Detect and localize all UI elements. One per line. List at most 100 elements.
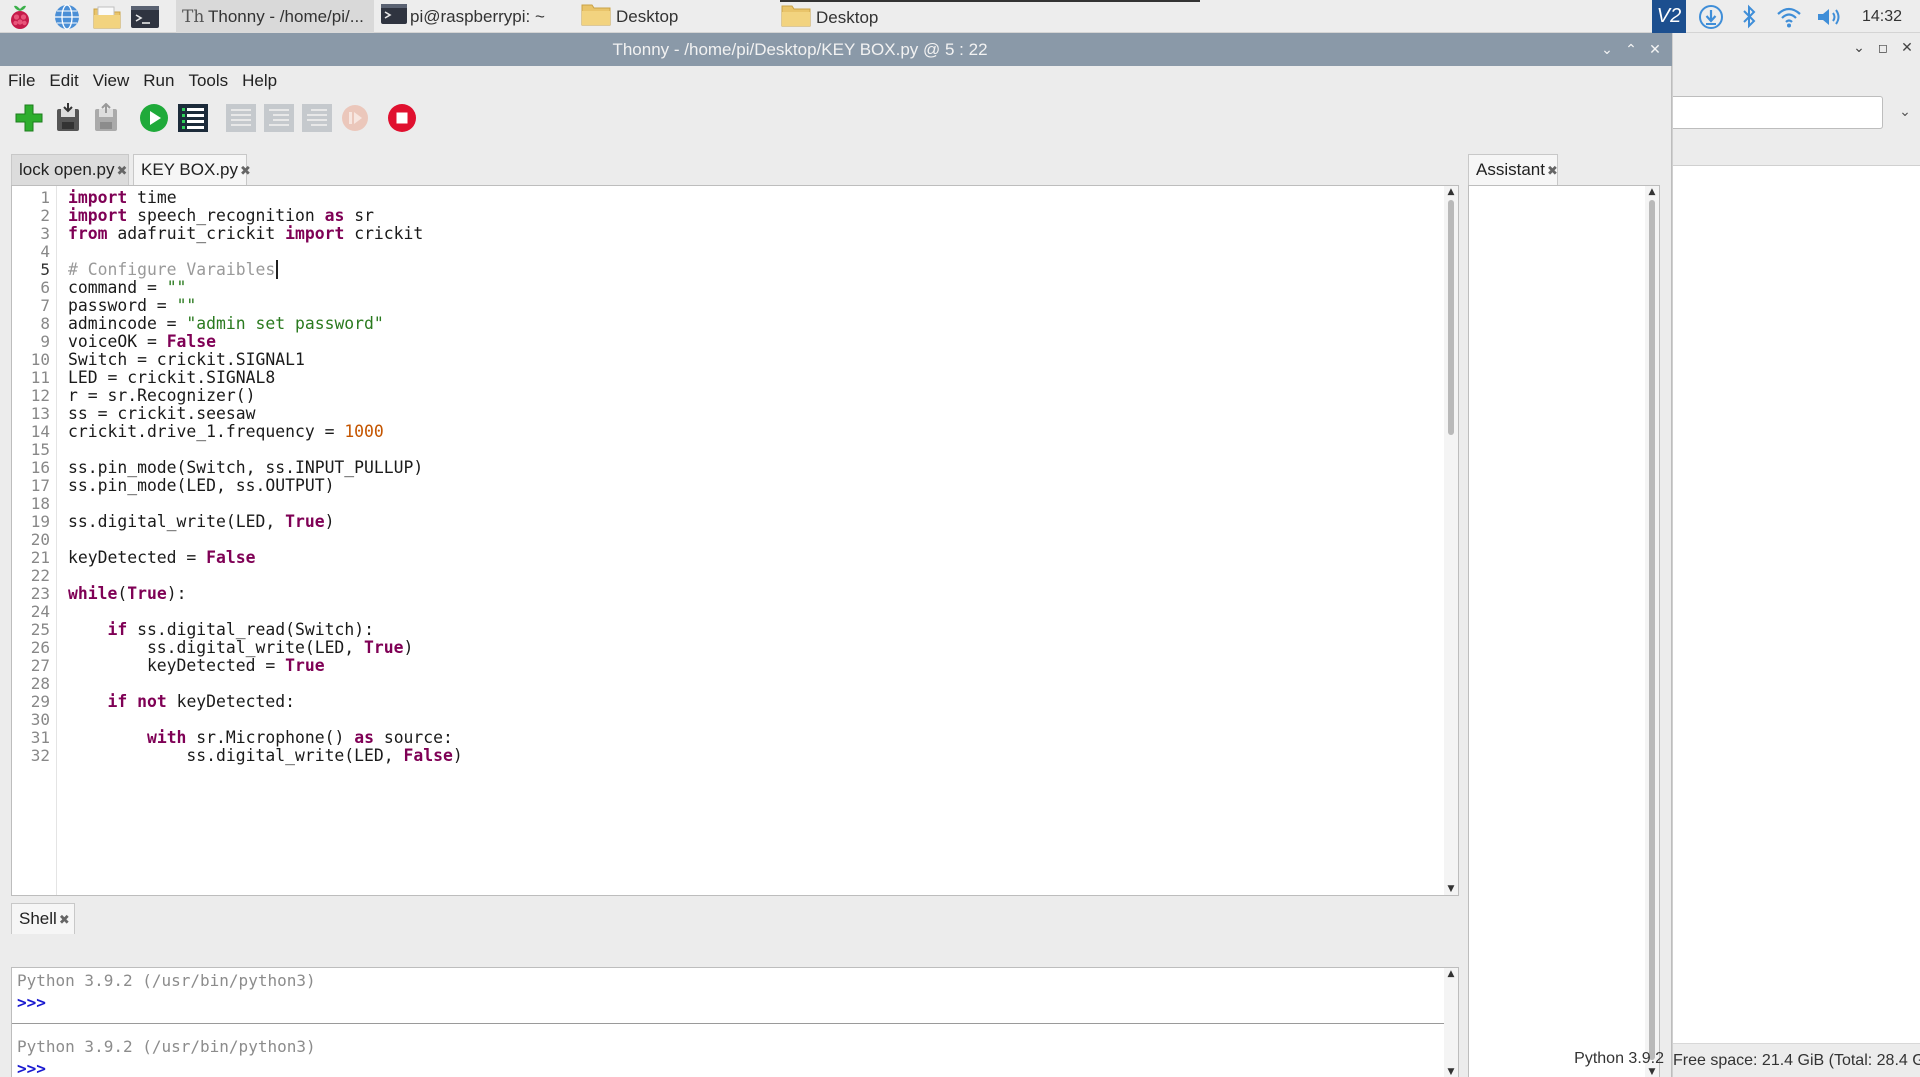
menu-help[interactable]: Help — [234, 71, 283, 91]
editor-scrollbar[interactable]: ▲ ▼ — [1444, 186, 1458, 895]
close-tab-icon[interactable]: ✖ — [116, 163, 127, 178]
shell-prompt: >>> — [17, 993, 46, 1012]
resume-button — [338, 101, 372, 135]
maximize-icon[interactable]: ◻ — [1873, 38, 1893, 58]
save-icon — [95, 103, 117, 131]
taskbar-task-label: Desktop — [616, 6, 679, 26]
thonny-icon: Th — [182, 6, 205, 27]
path-input[interactable] — [1673, 96, 1883, 129]
code-line[interactable]: ss.digital_write(LED, True) — [68, 511, 334, 533]
taskbar-task-desktop-2[interactable]: Desktop — [780, 0, 1200, 33]
code-line[interactable]: ss.pin_mode(LED, ss.OUTPUT) — [68, 475, 334, 497]
terminal-icon[interactable] — [130, 2, 160, 31]
shell-scrollbar[interactable]: ▲ ▼ — [1444, 968, 1458, 1077]
code-line[interactable]: while(True): — [68, 583, 186, 605]
interpreter-status[interactable]: Python 3.9.2 — [1560, 1046, 1664, 1072]
window-titlebar[interactable]: Thonny - /home/pi/Desktop/KEY BOX.py @ 5… — [0, 33, 1672, 66]
taskbar-task-thonny[interactable]: Th Thonny - /home/pi/... — [176, 0, 374, 33]
taskbar: Th Thonny - /home/pi/... pi@raspberrypi:… — [0, 0, 1920, 33]
menu-edit[interactable]: Edit — [41, 71, 84, 91]
free-space-status: Free space: 21.4 GiB (Total: 28.4 GiB) — [1673, 1043, 1920, 1077]
menu-view[interactable]: View — [85, 71, 136, 91]
code-line[interactable]: keyDetected = True — [68, 655, 325, 677]
bluetooth-icon[interactable] — [1734, 0, 1764, 33]
assistant-panel[interactable]: ▲ ▼ — [1468, 185, 1660, 1077]
close-tab-icon[interactable]: ✖ — [240, 163, 251, 178]
step-over-icon — [226, 104, 256, 132]
close-tab-icon[interactable]: ✖ — [1547, 163, 1558, 178]
terminal-icon — [380, 2, 410, 31]
assistant-scrollbar[interactable]: ▲ ▼ — [1645, 186, 1659, 1077]
step-into-icon — [264, 104, 294, 132]
shell-console[interactable]: Python 3.9.2 (/usr/bin/python3) >>> Pyth… — [11, 967, 1459, 1077]
scroll-up-icon[interactable]: ▲ — [1645, 186, 1659, 198]
debug-button[interactable] — [176, 101, 210, 135]
tab-assistant[interactable]: Assistant ✖ — [1468, 154, 1558, 185]
web-browser-icon[interactable] — [52, 2, 82, 31]
taskbar-task-label: pi@raspberrypi: ~ — [410, 6, 545, 26]
update-download-icon[interactable] — [1694, 0, 1728, 33]
step-out-button — [300, 101, 334, 135]
taskbar-task-label: Thonny - /home/pi/... — [208, 6, 364, 26]
close-icon[interactable]: ✕ — [1645, 40, 1665, 60]
code-line[interactable]: ss.digital_write(LED, False) — [68, 745, 462, 767]
tab-lock-open[interactable]: lock open.py ✖ — [11, 154, 129, 185]
vnc-icon[interactable]: V2 — [1652, 0, 1686, 33]
shell-prompt: >>> — [17, 1059, 46, 1077]
window-title: Thonny - /home/pi/Desktop/KEY BOX.py @ 5… — [612, 40, 988, 59]
run-button[interactable] — [137, 101, 171, 135]
line-number: 32 — [30, 746, 50, 765]
wifi-icon[interactable] — [1772, 0, 1806, 33]
menu-file[interactable]: File — [0, 71, 41, 91]
toolbar — [0, 95, 1672, 139]
shell-banner: Python 3.9.2 (/usr/bin/python3) — [17, 1037, 316, 1056]
folder-icon — [580, 1, 616, 32]
clock[interactable]: 14:32 — [1844, 0, 1920, 33]
scroll-up-icon[interactable]: ▲ — [1444, 968, 1458, 980]
code-line[interactable]: keyDetected = False — [68, 547, 256, 569]
chevron-down-icon[interactable]: ⌄ — [1895, 100, 1915, 124]
stop-button[interactable] — [385, 101, 419, 135]
code-line[interactable]: crickit.drive_1.frequency = 1000 — [68, 421, 384, 443]
tab-key-box[interactable]: KEY BOX.py ✖ — [133, 154, 251, 185]
taskbar-task-terminal[interactable]: pi@raspberrypi: ~ — [378, 0, 578, 33]
menu-bar: File Edit View Run Tools Help — [0, 66, 1672, 95]
tab-shell[interactable]: Shell ✖ — [11, 903, 75, 934]
scroll-down-icon[interactable]: ▼ — [1444, 1066, 1458, 1077]
menu-tools[interactable]: Tools — [180, 71, 234, 91]
plus-icon — [15, 104, 43, 132]
new-file-button[interactable] — [12, 101, 46, 135]
text-cursor — [276, 260, 279, 279]
resume-icon — [342, 105, 368, 131]
volume-icon[interactable] — [1812, 0, 1848, 33]
file-manager-icon[interactable] — [92, 2, 122, 31]
step-over-button — [224, 101, 258, 135]
raspberry-menu-icon[interactable] — [5, 2, 35, 31]
menu-run[interactable]: Run — [135, 71, 180, 91]
save-file-button[interactable] — [89, 101, 123, 135]
run-icon — [140, 104, 168, 132]
code-editor[interactable]: 1 2 3 4 5 6 7 8 9 10 11 12 13 14 15 16 17 18 19 20 21 22 23 24 2… — [11, 185, 1459, 896]
scroll-down-icon[interactable]: ▼ — [1444, 883, 1458, 895]
minimize-icon[interactable]: ⌄ — [1597, 40, 1617, 60]
taskbar-task-label: Desktop — [816, 7, 879, 27]
taskbar-task-desktop-1[interactable]: Desktop — [580, 0, 780, 33]
open-file-icon — [57, 103, 79, 131]
file-manager-titlebar: ⌄ ◻ ✕ — [1673, 33, 1920, 65]
load-file-button[interactable] — [51, 101, 85, 135]
shell-banner: Python 3.9.2 (/usr/bin/python3) — [17, 971, 316, 990]
scrollbar-thumb[interactable] — [1649, 200, 1655, 1060]
close-tab-icon[interactable]: ✖ — [59, 912, 70, 927]
thonny-window: Thonny - /home/pi/Desktop/KEY BOX.py @ 5… — [0, 33, 1672, 1077]
minimize-icon[interactable]: ⌄ — [1849, 38, 1869, 58]
scroll-up-icon[interactable]: ▲ — [1444, 186, 1458, 198]
maximize-icon[interactable]: ⌃ — [1621, 40, 1641, 60]
tab-label: lock open.py — [19, 160, 115, 179]
step-out-icon — [302, 104, 332, 132]
code-line[interactable]: if not keyDetected: — [68, 691, 295, 713]
scrollbar-thumb[interactable] — [1448, 200, 1454, 435]
close-icon[interactable]: ✕ — [1897, 38, 1917, 58]
tab-label: KEY BOX.py — [141, 160, 239, 179]
shell-divider — [12, 1023, 1458, 1024]
code-line[interactable]: from adafruit_crickit import crickit — [68, 223, 423, 245]
